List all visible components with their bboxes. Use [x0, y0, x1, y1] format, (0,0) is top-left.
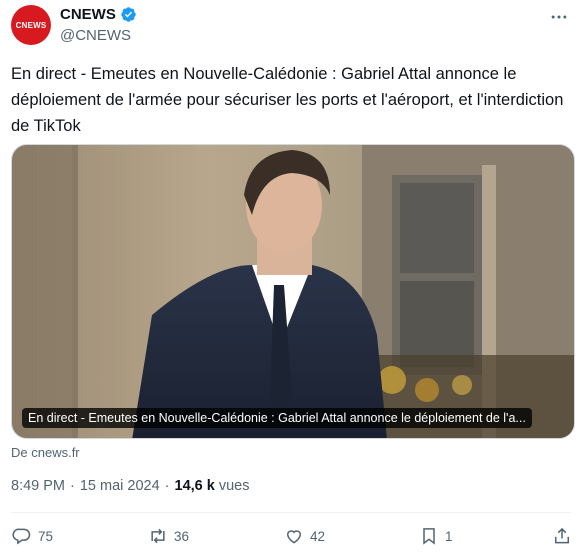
avatar[interactable]: CNEWS [11, 5, 51, 45]
share-button[interactable] [552, 524, 572, 548]
avatar-logo-text: CNEWS [15, 20, 47, 30]
views-label: vues [218, 478, 250, 494]
views-count: 14,6 k [174, 478, 215, 494]
card-caption: En direct - Emeutes en Nouvelle-Calédoni… [22, 408, 532, 428]
bookmark-count: 1 [445, 528, 453, 544]
repost-count: 36 [174, 528, 190, 544]
tweet-date[interactable]: 15 mai 2024 [80, 478, 160, 494]
divider [11, 512, 571, 513]
bookmark-icon [423, 528, 435, 545]
reply-count: 75 [38, 528, 54, 544]
bookmark-button[interactable]: 1 [419, 524, 453, 548]
author-name-row: CNEWS [60, 6, 137, 23]
tweet-time[interactable]: 8:49 PM [11, 478, 65, 494]
author-handle[interactable]: @CNEWS [60, 27, 131, 44]
card-photo [12, 145, 574, 438]
meta-separator: · [164, 478, 170, 494]
reply-icon [12, 528, 31, 545]
more-icon[interactable] [548, 8, 570, 26]
share-icon [555, 527, 569, 544]
card-source[interactable]: De cnews.fr [11, 445, 80, 460]
tweet-text: En direct - Emeutes en Nouvelle-Calédoni… [11, 65, 564, 135]
repost-button[interactable]: 36 [148, 524, 189, 548]
verified-icon [120, 6, 137, 23]
like-count: 42 [310, 528, 326, 544]
reply-button[interactable]: 75 [12, 524, 53, 548]
tweet-meta: 8:49 PM · 15 mai 2024 · 14,6 k vues [11, 478, 249, 494]
display-name[interactable]: CNEWS [60, 6, 116, 23]
like-icon [286, 530, 302, 544]
like-button[interactable]: 42 [284, 524, 325, 548]
meta-separator: · [70, 478, 75, 494]
link-card[interactable]: En direct - Emeutes en Nouvelle-Calédoni… [11, 144, 575, 439]
repost-icon [151, 528, 165, 544]
tweet: CNEWS CNEWS @CNEWS En direct - Emeutes e… [0, 0, 582, 557]
